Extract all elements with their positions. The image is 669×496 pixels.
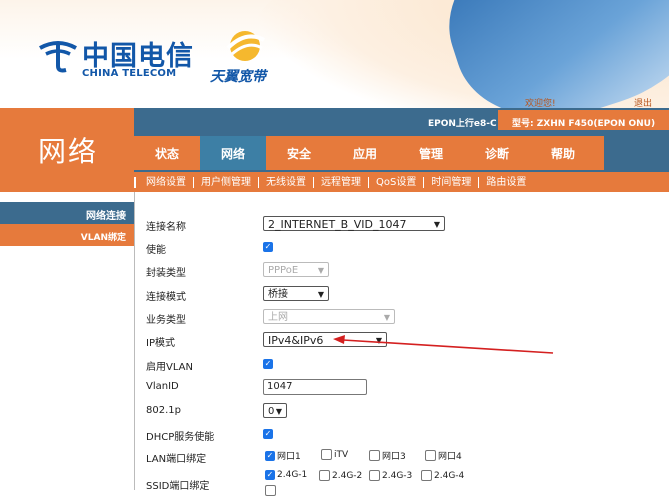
enable-checkbox[interactable]: ✓ bbox=[263, 241, 273, 252]
checkbox-empty-icon bbox=[319, 470, 330, 481]
red-arrow-annotation bbox=[333, 335, 554, 354]
tab-network[interactable]: 网络 bbox=[200, 136, 266, 170]
ssid-port-3-label: 2.4G-3 bbox=[382, 470, 413, 481]
subtab-qos[interactable]: QoS设置 bbox=[368, 176, 423, 188]
dhcp-checkbox[interactable]: ✓ bbox=[263, 428, 273, 439]
encap-value: PPPoE bbox=[268, 265, 299, 276]
encap-label: 封装类型 bbox=[146, 268, 186, 279]
lan-port-3[interactable]: 网口3 bbox=[369, 449, 406, 462]
vlan-enable-label: 启用VLAN bbox=[146, 362, 193, 373]
tab-status[interactable]: 状态 bbox=[134, 136, 200, 170]
service-select[interactable]: 上网 ▼ bbox=[263, 309, 395, 324]
checkbox-empty-icon bbox=[421, 470, 432, 481]
tab-security[interactable]: 安全 bbox=[266, 136, 332, 170]
section-title: 网络 bbox=[38, 135, 99, 168]
chevron-down-icon: ▼ bbox=[383, 313, 390, 322]
uplink-info: EPON上行e8-C bbox=[428, 119, 497, 129]
encap-select[interactable]: PPPoE ▼ bbox=[263, 262, 329, 277]
model-info: 型号: ZXHN F450(EPON ONU) bbox=[498, 110, 669, 132]
tab-management[interactable]: 管理 bbox=[398, 136, 464, 170]
check-icon: ✓ bbox=[263, 242, 273, 252]
lan-bind-label: LAN端口绑定 bbox=[146, 454, 207, 465]
subtab-remote[interactable]: 远程管理 bbox=[313, 176, 368, 188]
ssid-port-2[interactable]: 2.4G-2 bbox=[319, 470, 362, 481]
main-tabs: 状态 网络 安全 应用 管理 诊断 帮助 bbox=[134, 136, 604, 170]
page-header: 中国电信 CHINA TELECOM 天翼宽带 欢迎您! 退出 bbox=[0, 0, 669, 108]
checkbox-empty-icon bbox=[321, 449, 332, 460]
subtab-user-side[interactable]: 用户侧管理 bbox=[193, 176, 258, 188]
vlan-id-input[interactable]: 1047 bbox=[263, 379, 367, 395]
ip-mode-label: IP模式 bbox=[146, 338, 175, 349]
lan-port-1-label: 网口1 bbox=[277, 452, 301, 462]
chevron-down-icon: ▼ bbox=[317, 290, 324, 299]
lan-port-3-label: 网口3 bbox=[382, 452, 406, 462]
sidebar-item-vlan-binding[interactable]: VLAN绑定 bbox=[0, 224, 134, 246]
service-label: 业务类型 bbox=[146, 315, 186, 326]
telecom-logo-icon bbox=[39, 41, 77, 73]
check-icon: ✓ bbox=[265, 450, 275, 461]
tab-help[interactable]: 帮助 bbox=[530, 136, 596, 170]
subtab-network-settings[interactable]: 网络设置 bbox=[134, 176, 193, 188]
checkbox-empty-icon bbox=[265, 485, 276, 496]
vlan-id-label: VlanID bbox=[146, 381, 179, 392]
ssid-port-4[interactable]: 2.4G-4 bbox=[421, 470, 464, 481]
ssid-port-1-label: 2.4G-1 bbox=[277, 470, 308, 480]
ssid-row2-partial bbox=[265, 485, 276, 496]
checkbox-empty-icon bbox=[425, 450, 436, 461]
sub-tabs: 网络设置 用户侧管理 无线设置 远程管理 QoS设置 时间管理 路由设置 bbox=[134, 172, 669, 192]
sidebar-item-label: 网络连接 bbox=[86, 211, 126, 222]
ip-mode-value: IPv4&IPv6 bbox=[268, 334, 324, 347]
subtab-routing[interactable]: 路由设置 bbox=[478, 176, 533, 188]
tianyi-logo-icon bbox=[226, 31, 265, 61]
chevron-down-icon: ▼ bbox=[433, 220, 440, 229]
lan-port-4[interactable]: 网口4 bbox=[425, 449, 462, 462]
section-title-box: 网络 bbox=[0, 108, 134, 192]
checkbox-empty-icon bbox=[369, 450, 380, 461]
sidebar-spacer bbox=[0, 192, 134, 202]
logo-text-tianyi: 天翼宽带 bbox=[210, 69, 266, 85]
ssid-port-4-label: 2.4G-4 bbox=[434, 470, 465, 481]
model-text: 型号: ZXHN F450(EPON ONU) bbox=[512, 119, 656, 129]
check-icon: ✓ bbox=[265, 470, 275, 480]
lan-port-itv-label: iTV bbox=[334, 449, 349, 460]
ssid-port-2-label: 2.4G-2 bbox=[332, 470, 363, 481]
subtab-time[interactable]: 时间管理 bbox=[423, 176, 478, 188]
connection-form: 连接名称 2_INTERNET_B_VID_1047 ▼ 使能 ✓ 封装类型 PP… bbox=[135, 192, 669, 496]
dhcp-label: DHCP服务使能 bbox=[146, 432, 215, 443]
enable-label: 使能 bbox=[146, 245, 166, 256]
welcome-text: 欢迎您! bbox=[525, 99, 556, 108]
logout-link[interactable]: 退出 bbox=[634, 96, 652, 108]
conn-name-label: 连接名称 bbox=[146, 222, 186, 233]
ssid-port-1[interactable]: ✓ 2.4G-1 bbox=[265, 470, 307, 480]
subtab-wireless[interactable]: 无线设置 bbox=[258, 176, 313, 188]
dot1p-label: 802.1p bbox=[146, 405, 181, 416]
check-icon: ✓ bbox=[263, 429, 273, 439]
conn-mode-select[interactable]: 桥接 ▼ bbox=[263, 286, 329, 301]
lan-port-4-label: 网口4 bbox=[438, 452, 462, 462]
conn-name-value: 2_INTERNET_B_VID_1047 bbox=[268, 218, 407, 231]
tab-diagnostics[interactable]: 诊断 bbox=[464, 136, 530, 170]
checkbox-empty-icon bbox=[369, 470, 380, 481]
ssid-port-3[interactable]: 2.4G-3 bbox=[369, 470, 412, 481]
dot1p-value: 0 bbox=[268, 406, 275, 417]
sidebar-item-network-connection[interactable]: 网络连接 bbox=[0, 202, 134, 224]
lan-port-itv[interactable]: iTV bbox=[321, 449, 348, 460]
chevron-down-icon: ▼ bbox=[275, 407, 282, 416]
dot1p-select[interactable]: 0 ▼ bbox=[263, 403, 287, 418]
conn-mode-value: 桥接 bbox=[268, 289, 288, 300]
check-icon: ✓ bbox=[263, 359, 273, 369]
conn-name-select[interactable]: 2_INTERNET_B_VID_1047 ▼ bbox=[263, 216, 445, 231]
tab-application[interactable]: 应用 bbox=[332, 136, 398, 170]
sidebar-item-label: VLAN绑定 bbox=[80, 233, 126, 243]
logo-text-en: CHINA TELECOM bbox=[82, 68, 177, 79]
service-value: 上网 bbox=[268, 312, 288, 323]
lan-port-1[interactable]: ✓ 网口1 bbox=[265, 449, 301, 462]
chevron-down-icon: ▼ bbox=[317, 266, 324, 275]
vlan-enable-checkbox[interactable]: ✓ bbox=[263, 358, 273, 369]
conn-mode-label: 连接模式 bbox=[146, 292, 186, 303]
